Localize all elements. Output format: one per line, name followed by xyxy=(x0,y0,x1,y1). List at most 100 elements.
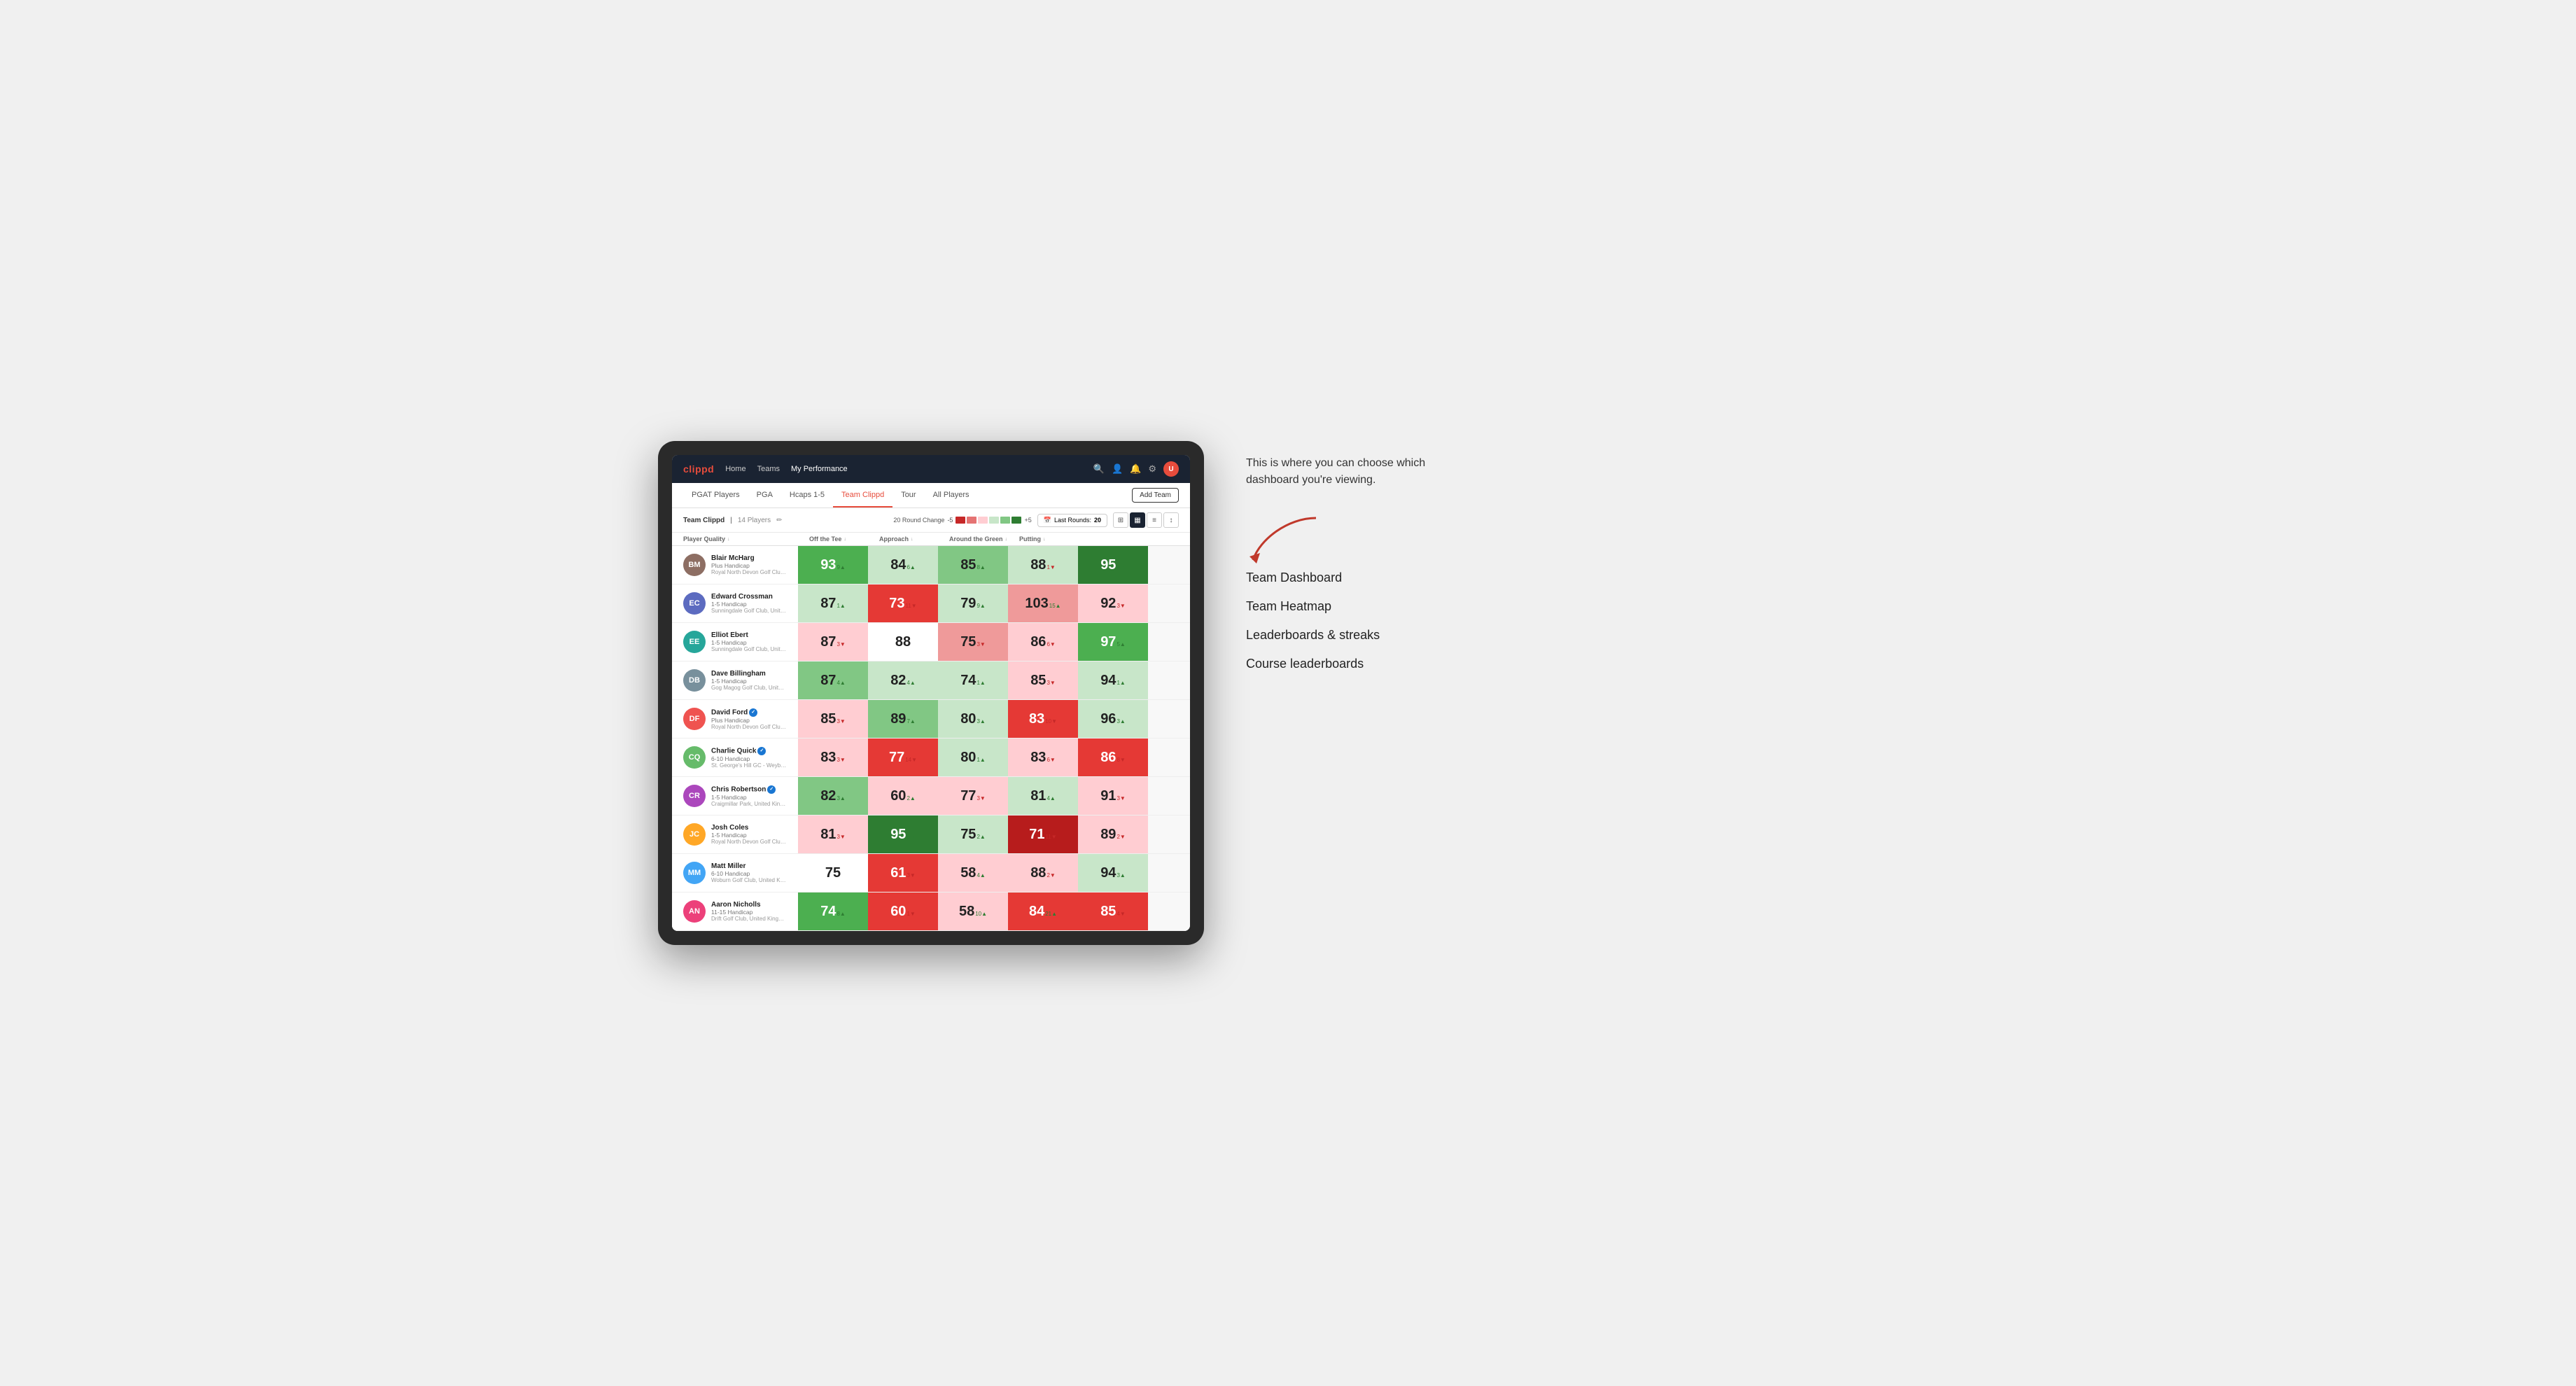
sort-arrow: ↓ xyxy=(844,537,846,542)
score-cell-7-2: 752▲ xyxy=(938,816,1008,853)
col-approach[interactable]: Approach ↓ xyxy=(879,536,949,542)
heatmap-view-button[interactable]: ▦ xyxy=(1130,512,1145,528)
score-cell-3-0: 874▲ xyxy=(798,662,868,699)
tablet-frame: clippd Home Teams My Performance 🔍 👤 🔔 ⚙… xyxy=(658,441,1204,945)
score-change: 6▲ xyxy=(906,564,915,570)
player-cell-2[interactable]: EEElliot Ebert1-5 HandicapSunningdale Go… xyxy=(672,623,798,661)
score-cell-2-2: 753▼ xyxy=(938,623,1008,661)
list-view-button[interactable]: ≡ xyxy=(1147,512,1162,528)
score-value: 82 xyxy=(820,789,836,803)
tab-pga[interactable]: PGA xyxy=(748,483,781,507)
bell-icon[interactable]: 🔔 xyxy=(1130,463,1141,475)
col-around-green[interactable]: Around the Green ↓ xyxy=(949,536,1019,542)
nav-teams[interactable]: Teams xyxy=(757,465,780,473)
score-cell-6-0: 823▲ xyxy=(798,777,868,815)
edit-icon[interactable]: ✏ xyxy=(776,517,782,524)
avatar: JC xyxy=(683,823,706,846)
user-avatar[interactable]: U xyxy=(1163,461,1179,477)
score-cell-1-0: 871▲ xyxy=(798,584,868,622)
table-row[interactable]: EEElliot Ebert1-5 HandicapSunningdale Go… xyxy=(672,623,1190,662)
player-cell-5[interactable]: CQCharlie Quick✓6-10 HandicapSt. George'… xyxy=(672,738,798,776)
score-cell-0-1: 846▲ xyxy=(868,546,938,584)
player-cell-8[interactable]: MMMatt Miller6-10 HandicapWoburn Golf Cl… xyxy=(672,854,798,892)
score-change: 3▲ xyxy=(1116,872,1125,878)
score-value: 85 xyxy=(1100,904,1116,918)
player-cell-0[interactable]: BMBlair McHargPlus HandicapRoyal North D… xyxy=(672,546,798,584)
verified-icon: ✓ xyxy=(757,747,766,755)
player-cell-3[interactable]: DBDave Billingham1-5 HandicapGog Magog G… xyxy=(672,662,798,699)
score-change: 3▼ xyxy=(836,757,845,763)
sort-arrow: ↓ xyxy=(911,537,913,542)
score-cell-5-1: 7714▼ xyxy=(868,738,938,776)
player-club: Sunningdale Golf Club, United Kingdom xyxy=(711,646,787,652)
tab-team-clippd[interactable]: Team Clippd xyxy=(833,483,892,507)
score-value: 88 xyxy=(1030,558,1046,572)
table-row[interactable]: ANAaron Nicholls11-15 HandicapDrift Golf… xyxy=(672,892,1190,931)
table-row[interactable]: ECEdward Crossman1-5 HandicapSunningdale… xyxy=(672,584,1190,623)
col-putting[interactable]: Putting ↓ xyxy=(1019,536,1089,542)
score-cell-3-3: 853▼ xyxy=(1008,662,1078,699)
player-cell-6[interactable]: CRChris Robertson✓1-5 HandicapCraigmilla… xyxy=(672,777,798,815)
table-row[interactable]: CQCharlie Quick✓6-10 HandicapSt. George'… xyxy=(672,738,1190,777)
tab-pgat-players[interactable]: PGAT Players xyxy=(683,483,748,507)
score-change: 1▲ xyxy=(1116,680,1125,686)
score-value: 73 xyxy=(889,596,904,610)
score-value: 87 xyxy=(820,673,836,687)
sort-arrow: ↓ xyxy=(1005,537,1008,542)
col-player-quality[interactable]: Player Quality ↓ xyxy=(683,536,809,542)
player-cell-7[interactable]: JCJosh Coles1-5 HandicapRoyal North Devo… xyxy=(672,816,798,853)
table-row[interactable]: DFDavid Ford✓Plus HandicapRoyal North De… xyxy=(672,700,1190,738)
player-club: Sunningdale Golf Club, United Kingdom xyxy=(711,608,787,614)
table-header: Player Quality ↓ Off the Tee ↓ Approach … xyxy=(672,533,1190,546)
tab-list: PGAT Players PGA Hcaps 1-5 Team Clippd T… xyxy=(683,483,978,507)
nav-icons: 🔍 👤 🔔 ⚙ U xyxy=(1093,461,1179,477)
score-value: 93 xyxy=(820,558,836,572)
table-row[interactable]: BMBlair McHargPlus HandicapRoyal North D… xyxy=(672,546,1190,584)
score-change: 9▲ xyxy=(976,603,985,609)
score-change: 4▲ xyxy=(976,872,985,878)
score-change: 3▼ xyxy=(906,872,915,878)
last-rounds-button[interactable]: 📅 Last Rounds: 20 xyxy=(1037,514,1107,527)
sort-button[interactable]: ↕ xyxy=(1163,512,1179,528)
player-info: Charlie Quick✓6-10 HandicapSt. George's … xyxy=(711,747,787,769)
player-name: Elliot Ebert xyxy=(711,631,787,639)
score-change: 2▲ xyxy=(906,795,915,802)
score-change: 3▼ xyxy=(836,834,845,840)
score-cell-0-2: 858▲ xyxy=(938,546,1008,584)
add-team-button[interactable]: Add Team xyxy=(1132,488,1179,503)
score-change: 10▲ xyxy=(975,911,987,917)
score-change: 8▲ xyxy=(906,834,915,840)
player-handicap: 6-10 Handicap xyxy=(711,755,787,762)
score-cell-9-1: 601▼ xyxy=(868,892,938,930)
player-cell-9[interactable]: ANAaron Nicholls11-15 HandicapDrift Golf… xyxy=(672,892,798,930)
score-value: 91 xyxy=(1100,789,1116,803)
tab-tour[interactable]: Tour xyxy=(892,483,924,507)
table-row[interactable]: DBDave Billingham1-5 HandicapGog Magog G… xyxy=(672,662,1190,700)
avatar: DF xyxy=(683,708,706,730)
player-count: 14 Players xyxy=(738,517,771,524)
profile-icon[interactable]: 👤 xyxy=(1112,463,1123,475)
score-change: 14▼ xyxy=(905,757,917,763)
player-cell-4[interactable]: DFDavid Ford✓Plus HandicapRoyal North De… xyxy=(672,700,798,738)
nav-my-performance[interactable]: My Performance xyxy=(791,465,848,473)
col-off-tee[interactable]: Off the Tee ↓ xyxy=(809,536,879,542)
annotation-item-2: Leaderboards & streaks xyxy=(1246,628,1470,643)
table-row[interactable]: CRChris Robertson✓1-5 HandicapCraigmilla… xyxy=(672,777,1190,816)
score-cell-3-2: 741▲ xyxy=(938,662,1008,699)
grid-view-button[interactable]: ⊞ xyxy=(1113,512,1128,528)
player-cell-1[interactable]: ECEdward Crossman1-5 HandicapSunningdale… xyxy=(672,584,798,622)
table-row[interactable]: JCJosh Coles1-5 HandicapRoyal North Devo… xyxy=(672,816,1190,854)
score-cell-6-4: 913▼ xyxy=(1078,777,1148,815)
score-value: 88 xyxy=(895,635,911,649)
score-cell-1-2: 799▲ xyxy=(938,584,1008,622)
table-row[interactable]: MMMatt Miller6-10 HandicapWoburn Golf Cl… xyxy=(672,854,1190,892)
score-cell-5-0: 833▼ xyxy=(798,738,868,776)
score-value: 81 xyxy=(1030,789,1046,803)
tab-all-players[interactable]: All Players xyxy=(925,483,978,507)
score-cell-7-4: 892▼ xyxy=(1078,816,1148,853)
settings-icon[interactable]: ⚙ xyxy=(1148,463,1156,475)
score-cell-2-4: 975▲ xyxy=(1078,623,1148,661)
nav-home[interactable]: Home xyxy=(725,465,746,473)
tab-hcaps[interactable]: Hcaps 1-5 xyxy=(781,483,833,507)
search-icon[interactable]: 🔍 xyxy=(1093,463,1105,475)
